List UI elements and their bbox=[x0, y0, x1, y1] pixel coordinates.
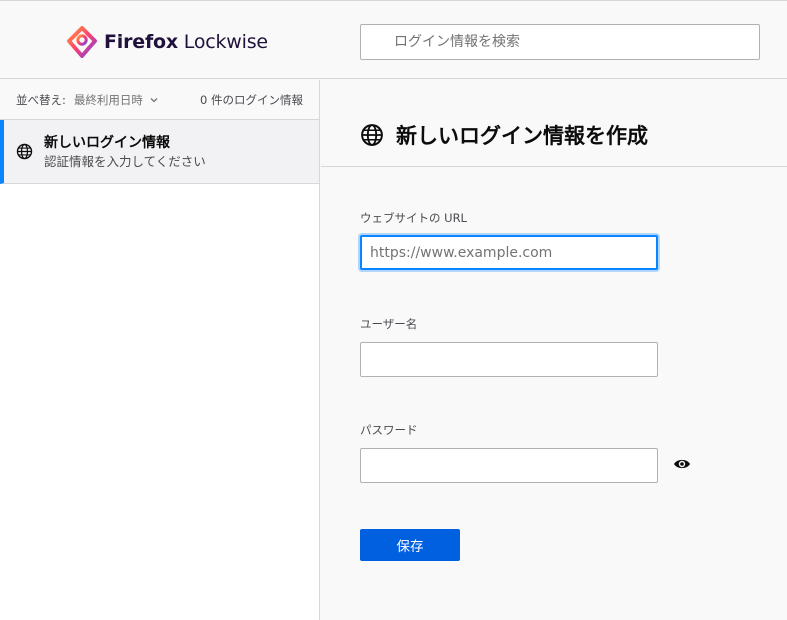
password-field-box[interactable] bbox=[360, 448, 658, 483]
brand-name: Firefox Lockwise bbox=[104, 31, 268, 53]
login-item-texts: 新しいログイン情報 認証情報を入力してください bbox=[44, 133, 206, 171]
url-input[interactable] bbox=[362, 237, 656, 268]
login-list-item-new[interactable]: 新しいログイン情報 認証情報を入力してください bbox=[0, 120, 319, 184]
globe-icon bbox=[361, 124, 383, 146]
search-input[interactable] bbox=[361, 25, 759, 59]
url-field-box[interactable] bbox=[360, 235, 658, 270]
sort-select-value: 最終利用日時 bbox=[73, 92, 143, 107]
app-header: Firefox Lockwise bbox=[0, 0, 787, 79]
password-label: パスワード bbox=[360, 423, 418, 437]
main-panel: 新しいログイン情報を作成 ウェブサイトの URL ユーザー名 パスワード 保存 bbox=[321, 80, 787, 620]
sort-select[interactable]: 最終利用日時 bbox=[74, 92, 159, 108]
title-divider bbox=[321, 166, 787, 167]
sort-bar: 並べ替え: 最終利用日時 0 件のログイン情報 bbox=[0, 80, 319, 120]
password-input[interactable] bbox=[361, 449, 657, 482]
globe-icon bbox=[16, 143, 33, 160]
username-input[interactable] bbox=[361, 343, 657, 376]
sidebar: 並べ替え: 最終利用日時 0 件のログイン情報 新しいログイン情報 認証情報を入… bbox=[0, 80, 320, 620]
login-count: 0 件のログイン情報 bbox=[200, 92, 303, 107]
url-label: ウェブサイトの URL bbox=[360, 211, 467, 225]
brand-name-part2: Lockwise bbox=[177, 31, 268, 53]
username-label: ユーザー名 bbox=[360, 317, 418, 331]
chevron-down-icon bbox=[150, 97, 158, 102]
brand: Firefox Lockwise bbox=[66, 26, 268, 58]
lockwise-logo-icon bbox=[67, 26, 97, 58]
login-item-subtitle: 認証情報を入力してください bbox=[44, 153, 206, 169]
page-title: 新しいログイン情報を作成 bbox=[396, 124, 648, 148]
username-field-box[interactable] bbox=[360, 342, 658, 377]
sort-label: 並べ替え: bbox=[16, 92, 66, 107]
login-item-title: 新しいログイン情報 bbox=[44, 134, 170, 151]
save-button[interactable]: 保存 bbox=[360, 529, 460, 561]
main-header: 新しいログイン情報を作成 bbox=[360, 120, 648, 150]
eye-icon[interactable] bbox=[673, 457, 691, 471]
search-box[interactable] bbox=[360, 24, 760, 60]
brand-name-part1: Firefox bbox=[104, 31, 178, 53]
